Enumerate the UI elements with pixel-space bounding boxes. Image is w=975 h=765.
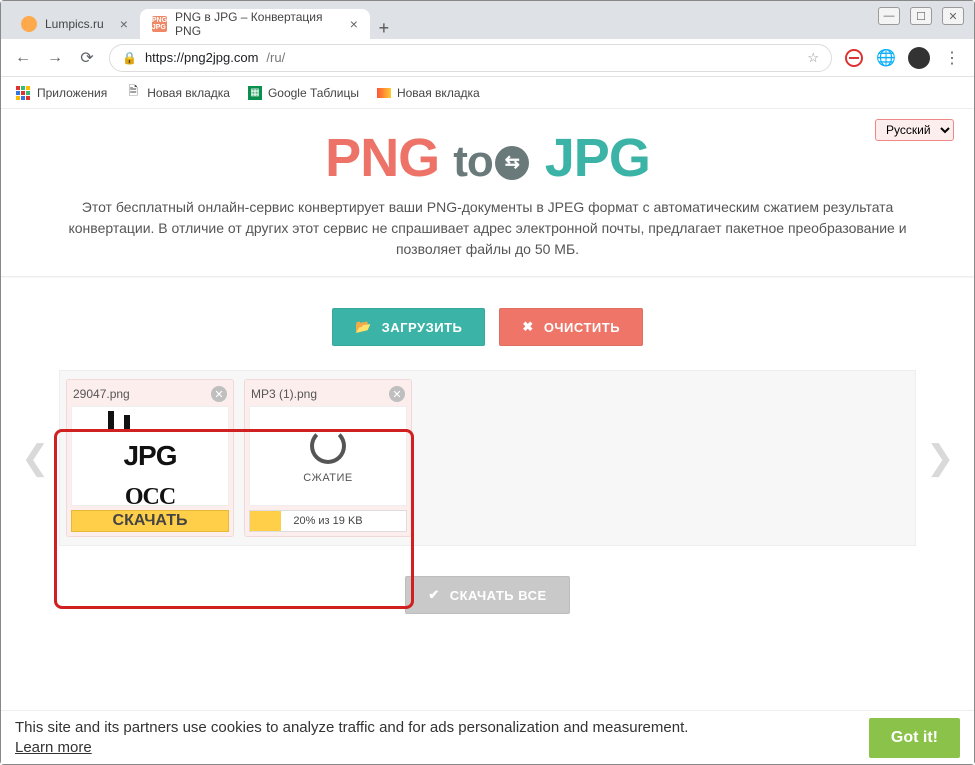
page-content: Русский PNG to⇆ JPG Этот бесплатный онла… [1, 109, 974, 764]
divider [1, 276, 974, 278]
apps-icon [15, 85, 31, 101]
extension-adblock-icon[interactable] [844, 48, 864, 68]
download-all-label: СКАЧАТЬ ВСЕ [450, 588, 547, 603]
clear-label: ОЧИСТИТЬ [544, 320, 620, 335]
favicon-lumpics [21, 16, 37, 32]
clear-button[interactable]: ✖ ОЧИСТИТЬ [499, 308, 643, 346]
window-maximize-button[interactable]: ☐ [910, 7, 932, 25]
bookmark-item[interactable]: Новая вкладка [377, 86, 480, 100]
bookmark-label: Новая вкладка [147, 86, 230, 100]
forward-button[interactable]: → [45, 49, 65, 67]
url-host: https://png2jpg.com [145, 50, 258, 65]
tab-title: PNG в JPG – Конвертация PNG [175, 10, 334, 38]
toolbar: ← → ⟳ 🔒 https://png2jpg.com/ru/ ☆ 🌐 ⋮ [1, 39, 974, 77]
spinner-icon [310, 428, 346, 464]
cookie-learn-more-link[interactable]: Learn more [15, 739, 92, 756]
extension-globe-icon[interactable]: 🌐 [876, 48, 896, 68]
file-card: 29047.png ✕ JPG OCC СКАЧАТЬ [66, 379, 234, 537]
bookmark-label: Новая вкладка [397, 86, 480, 100]
swap-icon: ⇆ [495, 146, 529, 180]
check-icon: ✔ [428, 587, 439, 603]
reload-button[interactable]: ⟳ [77, 48, 97, 68]
music-icon [102, 411, 150, 447]
file-card: MP3 (1).png ✕ СЖАТИЕ 20% из 19 KB [244, 379, 412, 537]
carousel-next-button[interactable]: ❯ [926, 438, 954, 478]
tab-strip: Lumpics.ru × PNGJPG PNG в JPG – Конверта… [1, 1, 974, 39]
logo-part-to: to [453, 137, 493, 186]
cookie-text: This site and its partners use cookies t… [15, 719, 688, 736]
download-all-button[interactable]: ✔ СКАЧАТЬ ВСЕ [405, 576, 569, 614]
star-icon[interactable]: ☆ [807, 50, 819, 66]
site-description: Этот бесплатный онлайн-сервис конвертиру… [21, 189, 954, 276]
bookmark-item[interactable]: ▦ Google Таблицы [248, 86, 359, 100]
tab-close-icon[interactable]: × [350, 16, 358, 32]
file-thumbnail: СЖАТИЕ [249, 406, 407, 506]
cookie-banner: This site and its partners use cookies t… [1, 710, 974, 764]
file-carousel: ❮ 29047.png ✕ JPG OCC СКАЧАТЬ [21, 370, 954, 546]
bookmark-label: Google Таблицы [268, 86, 359, 100]
carousel-track: 29047.png ✕ JPG OCC СКАЧАТЬ MP3 (1).png [59, 370, 916, 546]
back-button[interactable]: ← [13, 49, 33, 67]
favicon-png2jpg: PNGJPG [152, 16, 167, 32]
logo-part-jpg: JPG [545, 128, 650, 188]
remove-file-button[interactable]: ✕ [211, 386, 227, 402]
close-icon: ✖ [522, 319, 533, 335]
profile-avatar[interactable] [908, 47, 930, 69]
tab-close-icon[interactable]: × [120, 16, 128, 32]
new-tab-button[interactable]: + [370, 18, 398, 39]
bookmark-item[interactable]: 🗎 Новая вкладка [125, 85, 230, 101]
chrome-menu-button[interactable]: ⋮ [942, 48, 962, 68]
url-path: /ru/ [266, 50, 285, 65]
carousel-prev-button[interactable]: ❮ [21, 438, 49, 478]
cookie-accept-button[interactable]: Got it! [869, 718, 960, 758]
tab-title: Lumpics.ru [45, 17, 104, 31]
status-label: СЖАТИЕ [303, 472, 353, 484]
page-color-icon [377, 88, 391, 98]
file-name: MP3 (1).png [251, 387, 317, 401]
cookie-accept-label: Got it! [891, 729, 938, 747]
logo-part-png: PNG [325, 128, 439, 188]
upload-label: ЗАГРУЗИТЬ [382, 320, 463, 335]
browser-tab[interactable]: PNGJPG PNG в JPG – Конвертация PNG × [140, 9, 370, 39]
upload-button[interactable]: 📂 ЗАГРУЗИТЬ [332, 308, 485, 346]
lock-icon: 🔒 [122, 51, 137, 65]
download-label: СКАЧАТЬ [113, 512, 188, 529]
language-selector[interactable]: Русский [875, 119, 954, 141]
download-file-button[interactable]: СКАЧАТЬ [71, 510, 229, 532]
language-select[interactable]: Русский [875, 119, 954, 141]
window-minimize-button[interactable]: — [878, 7, 900, 25]
folder-open-icon: 📂 [355, 319, 372, 335]
site-logo: PNG to⇆ JPG [21, 127, 954, 189]
address-bar[interactable]: 🔒 https://png2jpg.com/ru/ ☆ [109, 44, 832, 72]
apps-shortcut[interactable]: Приложения [15, 85, 107, 101]
browser-tab[interactable]: Lumpics.ru × [9, 9, 140, 39]
sheets-icon: ▦ [248, 86, 262, 100]
window-close-button[interactable]: ✕ [942, 7, 964, 25]
bookmark-label: Приложения [37, 86, 107, 100]
progress-text: 20% из 19 KB [250, 511, 406, 531]
remove-file-button[interactable]: ✕ [389, 386, 405, 402]
thumb-decor-text: OCC [125, 484, 175, 506]
bookmarks-bar: Приложения 🗎 Новая вкладка ▦ Google Табл… [1, 77, 974, 109]
page-icon: 🗎 [125, 85, 141, 101]
progress-bar: 20% из 19 KB [249, 510, 407, 532]
file-name: 29047.png [73, 387, 130, 401]
file-thumbnail: JPG OCC [71, 406, 229, 506]
